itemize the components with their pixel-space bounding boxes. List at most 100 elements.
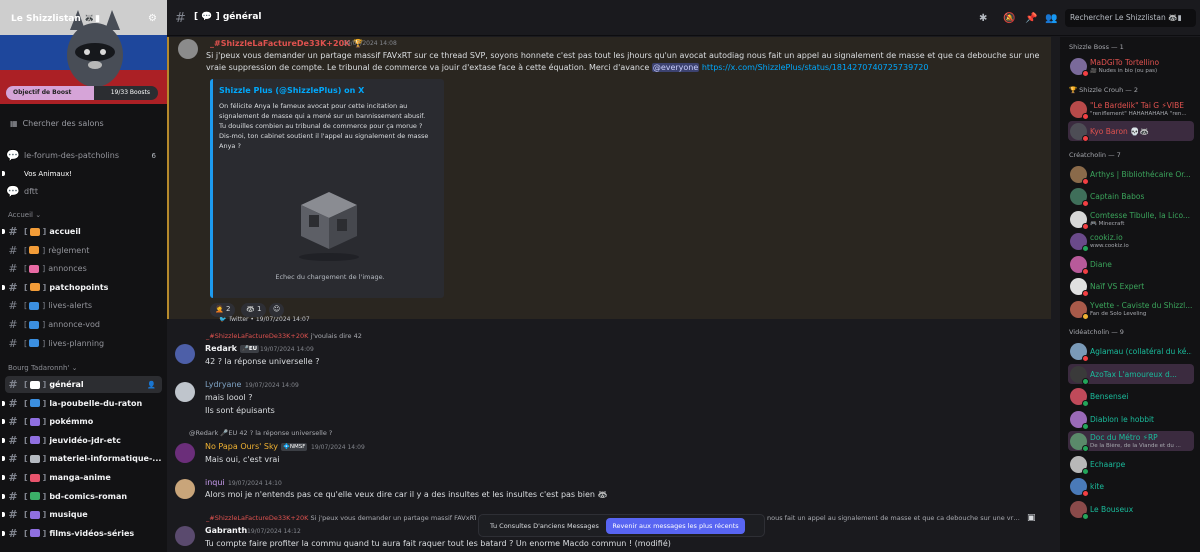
message-author[interactable]: Gabranth xyxy=(205,526,247,535)
channel-label: général xyxy=(49,380,84,389)
message-author[interactable]: Redark 🎤EU xyxy=(205,344,260,353)
member-name: AzoTax L'amoureux d... xyxy=(1090,369,1177,379)
search-input[interactable]: Rechercher Le Shizzlistan 🦝▮ xyxy=(1065,9,1196,27)
member-item[interactable]: Diane xyxy=(1068,254,1194,275)
channel-lives-planning[interactable]: # [] lives-planning xyxy=(5,335,162,352)
channel-musique[interactable]: # [] musique xyxy=(2,506,162,523)
avatar[interactable] xyxy=(175,382,195,402)
channel-annonces[interactable]: # [] annonces xyxy=(5,260,162,277)
message-author[interactable]: Lydryane xyxy=(205,380,241,389)
channel-emoji-icon xyxy=(29,436,40,445)
member-item[interactable]: AzoTax L'amoureux d... xyxy=(1068,363,1194,385)
member-item[interactable]: Diablon le hobbit xyxy=(1068,409,1194,430)
server-name[interactable]: Le Shizzlistan 🦝▮ xyxy=(11,14,100,24)
member-item[interactable]: Doc du Métro ⚡RP De la Bière, de la Viand… xyxy=(1068,431,1194,452)
add-reaction-button[interactable]: ☺ xyxy=(269,303,285,317)
channel-lives-alerts[interactable]: # [] lives-alerts xyxy=(5,297,162,314)
member-item[interactable]: Bensensei xyxy=(1068,386,1194,407)
member-item[interactable]: Naïf VS Expert xyxy=(1068,276,1194,297)
avatar[interactable] xyxy=(175,344,195,364)
message-author[interactable]: No Papa Ours' Sky 💠NMSF xyxy=(205,442,308,451)
reaction-emoji: 🦝 xyxy=(246,305,255,313)
message-link[interactable]: https://x.com/ShizzlePlus/status/1814270… xyxy=(702,63,929,72)
member-name: Bensensei xyxy=(1090,392,1129,401)
member-item[interactable]: Captain Babos xyxy=(1068,186,1194,207)
reaction-facepalm[interactable]: 🤦 2 xyxy=(210,303,236,317)
message-text: Mais oui, c'est vrai xyxy=(205,455,280,464)
reply-author: _#ShizzleLaFactureDe33K+20K xyxy=(206,514,309,522)
embed-author[interactable]: Shizzle Plus (@ShizzlePlus) on X xyxy=(219,86,364,95)
channel-dftt[interactable]: 💬 dftt xyxy=(5,183,162,200)
member-name: Echaarpe xyxy=(1090,459,1126,469)
channel-materiel-informatique-[interactable]: # [] materiel-informatique-... xyxy=(2,450,162,467)
server-menu-icon[interactable]: ⚙ xyxy=(148,13,157,24)
channel-bd-comics-roman[interactable]: # [] bd-comics-roman xyxy=(2,488,162,505)
thread-vos-animaux[interactable]: Vos Animaux! xyxy=(2,165,167,182)
reaction-raccoon[interactable]: 🦝 1 xyxy=(241,303,267,317)
message-author[interactable]: inqui xyxy=(205,478,225,487)
avatar[interactable] xyxy=(175,479,195,499)
member-list-icon[interactable]: 👥 xyxy=(1045,13,1057,24)
member-item[interactable]: Echaarpe xyxy=(1068,454,1194,475)
member-item[interactable]: Kyo Baron 💀🦝 xyxy=(1068,121,1194,142)
message-highlighted[interactable]: _#ShizzleLaFactureDe33K+20K 🏆 19/07/2024… xyxy=(167,37,1051,323)
member-activity: Fan de Solo Leveling xyxy=(1090,310,1147,317)
member-name: Le Bouseux xyxy=(1090,504,1134,514)
channel-annonce-vod[interactable]: # [] annonce-vod xyxy=(5,316,162,333)
channel-label: pokémmo xyxy=(49,417,94,427)
channel-la-poubelle-du-raton[interactable]: # [] la-poubelle-du-raton xyxy=(2,395,162,412)
avatar[interactable] xyxy=(175,526,195,546)
message-text: Tu compte faire profiter la commu quand … xyxy=(205,539,671,548)
channel-forum[interactable]: 💬 le-forum-des-patcholins 6 xyxy=(5,147,162,164)
member-item[interactable]: MaDGiTo Tortellino 🎥 Nudes in bio (ou pas… xyxy=(1068,56,1194,77)
member-item[interactable]: cookiz.io www.cookiz.io xyxy=(1068,231,1194,252)
reply-reference[interactable]: @Redark 🎤EU 42 ? la réponse universelle … xyxy=(189,429,332,437)
bracket-close: ] xyxy=(42,528,47,538)
channel-label: films-vidéos-séries xyxy=(49,528,135,538)
reply-reference[interactable]: _#ShizzleLaFactureDe33K+20K Si j'peux vo… xyxy=(206,514,476,522)
add-member-icon[interactable]: 👤 xyxy=(147,381,156,389)
unread-indicator xyxy=(2,530,5,536)
channel-patchopoints[interactable]: # [] patchopoints xyxy=(2,279,162,296)
message-timestamp: 19/07/2024 14:12 xyxy=(247,528,301,535)
hash-icon: # xyxy=(8,489,18,503)
category-accueil[interactable]: Accueil ⌄ xyxy=(8,211,41,219)
member-item[interactable]: Comtesse Tibulle, la Lico... 🎮 Minecraft xyxy=(1068,209,1194,230)
avatar[interactable] xyxy=(178,39,198,59)
category-bourg[interactable]: Bourg Tadaronnh' ⌄ xyxy=(8,364,77,372)
member-item[interactable]: Aglamau (collatéral du ké... xyxy=(1068,341,1194,362)
channel-pok-mmo[interactable]: # [] pokémmo xyxy=(2,413,162,430)
member-item[interactable]: Arthys | Bibliothécaire Or... xyxy=(1068,164,1194,185)
channel-jeuvid-o-jdr-etc[interactable]: # [] jeuvidéo-jdr-etc xyxy=(2,432,162,449)
channel-films-vid-os-s-ries[interactable]: # [] films-vidéos-séries xyxy=(2,525,162,542)
message-text: 42 ? la réponse universelle ? xyxy=(205,357,320,366)
avatar[interactable] xyxy=(175,443,195,463)
channel-emoji-icon xyxy=(29,227,40,236)
pin-icon[interactable]: 📌 xyxy=(1025,13,1037,24)
channel-r-glement[interactable]: # [] règlement xyxy=(5,242,162,259)
member-item[interactable]: "Le Bardelik" Tai G ⚡VIBE "reniflement" H… xyxy=(1068,99,1194,120)
channel-manga-anime[interactable]: # [] manga-anime xyxy=(2,469,162,486)
bracket-open: [ xyxy=(24,510,28,520)
channel-label: le-forum-des-patcholins xyxy=(24,151,119,160)
status-indicator xyxy=(1082,245,1089,252)
member-item[interactable]: Yvette - Caviste du Shizzl... Fan de Solo… xyxy=(1068,299,1194,320)
boost-progress-bar[interactable]: Objectif de Boost 19/33 Boosts xyxy=(6,86,158,100)
reaction-count: 1 xyxy=(256,305,262,313)
everyone-mention[interactable]: @everyone xyxy=(651,63,700,72)
channel-accueil[interactable]: # [] accueil xyxy=(2,223,162,240)
bracket-open: [ xyxy=(24,528,28,538)
hash-icon: # xyxy=(8,415,18,429)
message-author[interactable]: _#ShizzleLaFactureDe33K+20K 🏆 xyxy=(210,39,363,48)
image-attachment-icon: ▣ xyxy=(1027,513,1036,523)
notification-bell-icon[interactable]: 🔕 xyxy=(1003,13,1015,24)
thread-label: Vos Animaux! xyxy=(24,169,73,178)
reply-reference[interactable]: _#ShizzleLaFactureDe33K+20K j'voulais di… xyxy=(206,332,362,340)
jump-to-present-button[interactable]: Revenir aux messages les plus récents xyxy=(606,518,745,534)
search-channels-button[interactable]: ▦ Chercher des salons xyxy=(10,119,104,128)
bracket-close: ] xyxy=(42,473,47,482)
member-item[interactable]: Le Bouseux xyxy=(1068,499,1194,520)
member-item[interactable]: kite xyxy=(1068,476,1194,497)
channel-g-n-ral[interactable]: # [] général 👤 xyxy=(5,376,162,393)
threads-icon[interactable]: ✱ xyxy=(979,13,987,24)
